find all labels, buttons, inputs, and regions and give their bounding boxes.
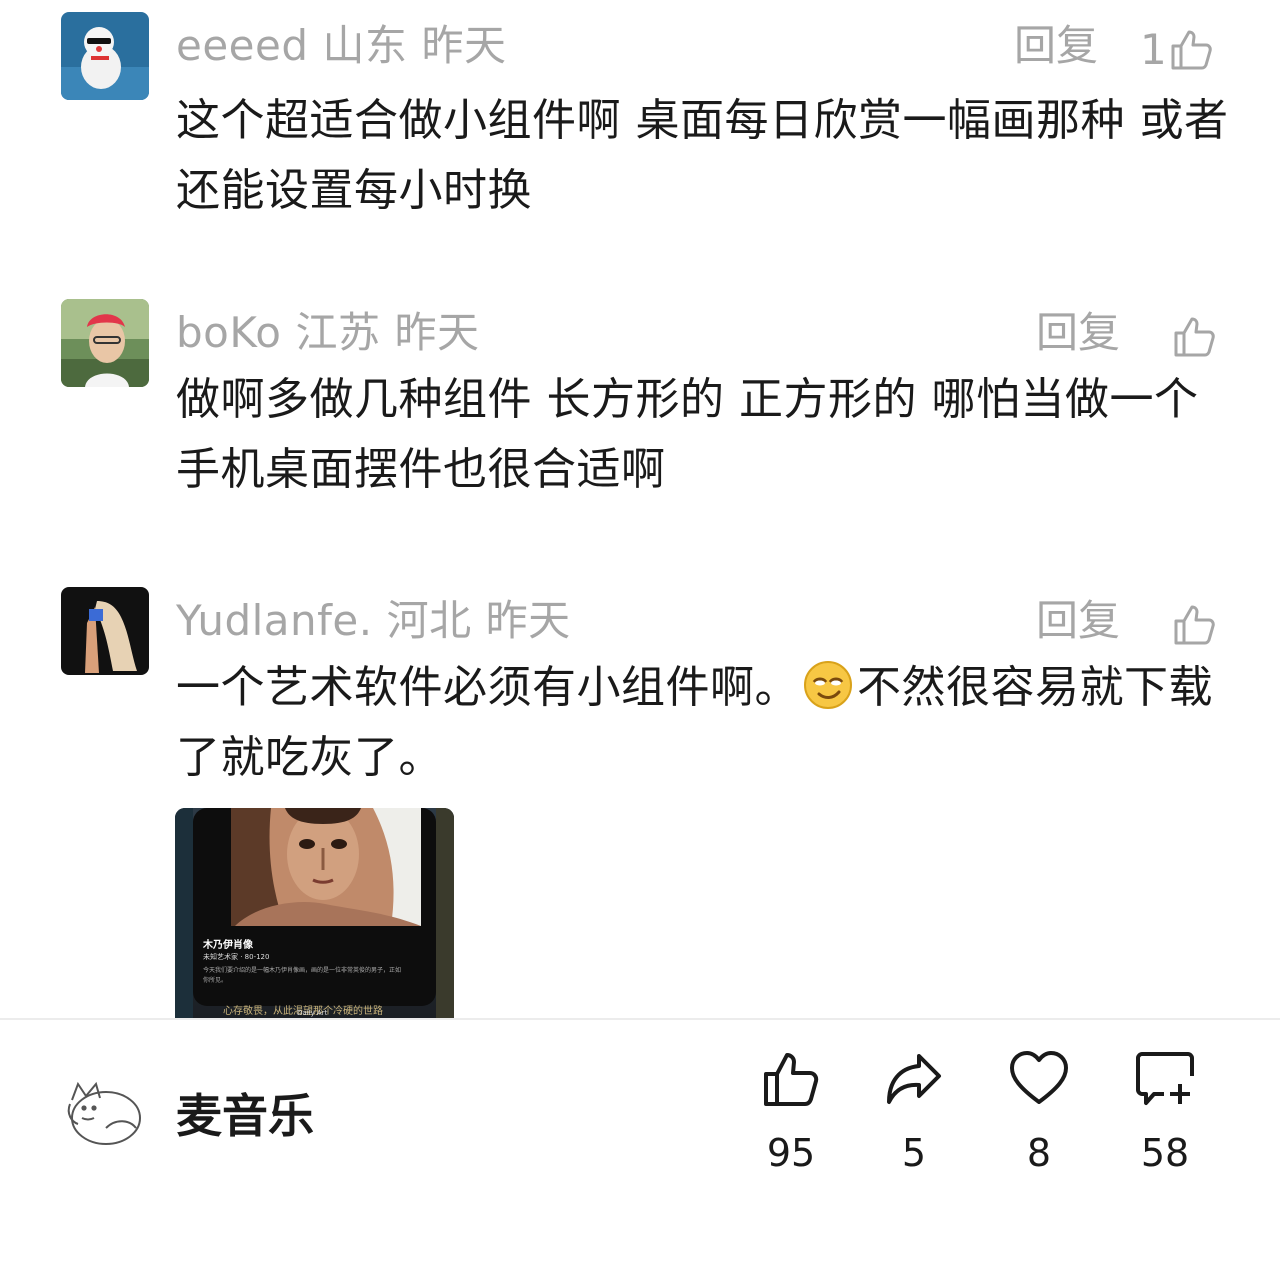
comment-attachment-image[interactable]: 木乃伊肖像 未知艺术家 · 80-120 今天我们要介绍的是一幅木乃伊肖像画，画… — [175, 808, 454, 1018]
comment-meta: Yudlanfe. 河北 昨天 — [176, 591, 585, 651]
comments-page: eeeed 山东 昨天 回复 1 这个超适合做小组件啊 桌面每日欣赏一幅画那种 或者… — [0, 0, 1280, 1280]
attachment-subtitle: 未知艺术家 · 80-120 — [203, 953, 270, 961]
username[interactable]: Yudlanfe. — [176, 596, 373, 645]
thumbs-up-icon — [1174, 605, 1215, 645]
avatar[interactable] — [61, 12, 149, 100]
bottom-action-bar: 麦音乐 95 5 8 58 — [0, 1020, 1280, 1280]
share-icon — [887, 1054, 941, 1104]
comment-meta: boKo 江苏 昨天 — [176, 303, 494, 363]
avatar[interactable] — [61, 299, 149, 387]
comment-count: 58 — [1140, 1131, 1190, 1175]
brand-name[interactable]: 麦音乐 — [176, 1086, 314, 1146]
comment-text: 这个超适合做小组件啊 桌面每日欣赏一幅画那种 或者还能设置每小时换 — [176, 95, 1229, 216]
share-count: 5 — [901, 1131, 927, 1175]
comment-action[interactable]: 58 — [1115, 1048, 1215, 1178]
comment-text: 一个艺术软件必须有小组件啊。 不然很容易就下载了就吃灰了。 — [176, 653, 1236, 793]
attachment-title: 木乃伊肖像 — [203, 940, 253, 951]
thumbs-up-icon — [1171, 30, 1212, 70]
location: 山东 — [322, 21, 408, 70]
like-action[interactable]: 95 — [741, 1048, 841, 1178]
thumbs-up-icon — [764, 1053, 819, 1106]
comment-meta: eeeed 山东 昨天 — [176, 16, 521, 76]
timestamp: 昨天 — [421, 21, 507, 70]
location: 河北 — [386, 596, 472, 645]
fox-logo-icon[interactable] — [62, 1072, 144, 1154]
timestamp: 昨天 — [394, 308, 480, 357]
like-button[interactable] — [1170, 307, 1218, 367]
thumbs-up-icon — [1174, 317, 1215, 357]
like-button[interactable] — [1170, 595, 1218, 655]
username[interactable]: boKo — [176, 308, 282, 357]
heart-icon — [1010, 1051, 1068, 1104]
like-button[interactable]: 1 — [1140, 20, 1215, 80]
smirk-emoji-icon — [804, 661, 852, 709]
reply-button[interactable]: 回复 — [1014, 16, 1098, 76]
comment-text-part: 一个艺术软件必须有小组件啊。 — [176, 662, 799, 713]
comment-icon — [1136, 1052, 1194, 1105]
share-action[interactable]: 5 — [864, 1048, 964, 1178]
comment-text: 做啊多做几种组件 长方形的 正方形的 哪怕当做一个手机桌面摆件也很合适啊 — [176, 374, 1199, 495]
attachment-watermark: Daily Art — [297, 1009, 328, 1017]
username[interactable]: eeeed — [176, 21, 309, 70]
avatar[interactable] — [61, 587, 149, 675]
reply-button[interactable]: 回复 — [1036, 591, 1120, 651]
like-count: 95 — [766, 1131, 816, 1175]
timestamp: 昨天 — [485, 596, 571, 645]
location: 江苏 — [295, 308, 381, 357]
attachment-description: 今天我们要介绍的是一幅木乃伊肖像画，画的是一位非常英俊的男子，正如你所见。 — [203, 967, 402, 984]
like-count: 1 — [1140, 25, 1167, 74]
favorite-action[interactable]: 8 — [989, 1048, 1089, 1178]
favorite-count: 8 — [1026, 1131, 1052, 1175]
reply-button[interactable]: 回复 — [1036, 303, 1120, 363]
